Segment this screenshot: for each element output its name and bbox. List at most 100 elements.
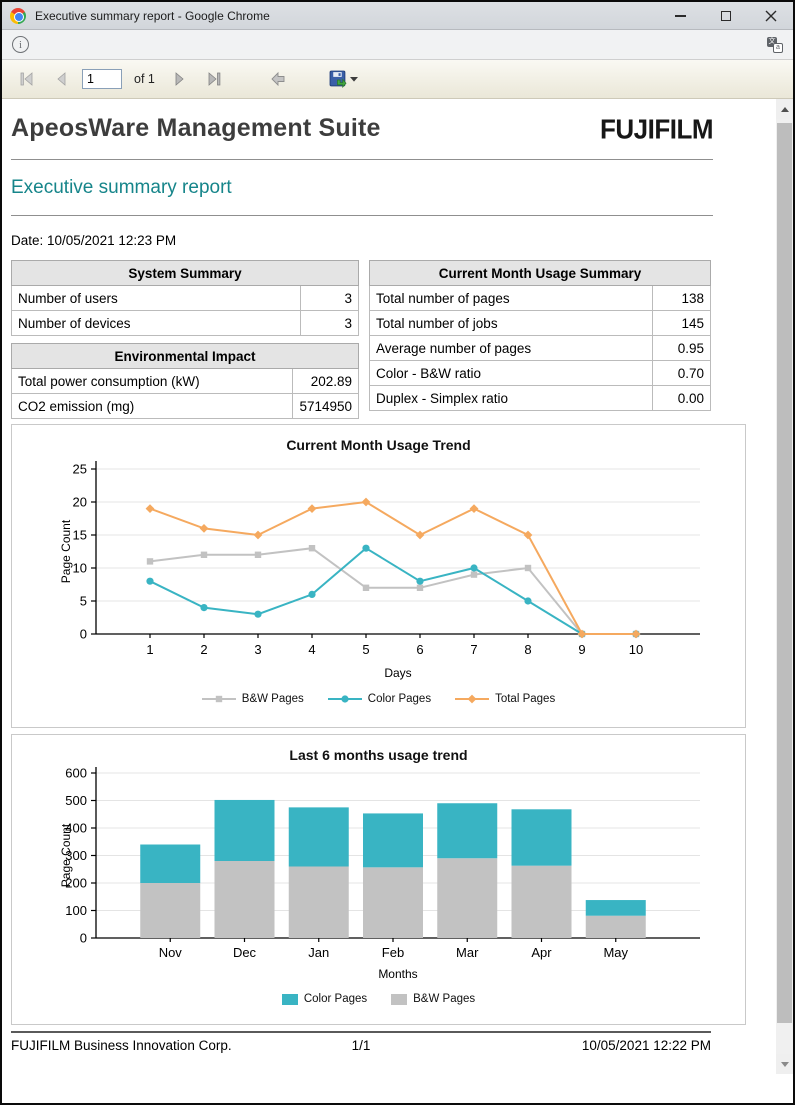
- scrollbar-thumb[interactable]: [777, 123, 792, 1023]
- svg-text:Days: Days: [384, 666, 411, 680]
- vertical-scrollbar[interactable]: [776, 99, 793, 1074]
- table-row: Total power consumption (kW)202.89: [12, 369, 359, 394]
- last-page-button[interactable]: [201, 67, 227, 91]
- row-value: 138: [653, 286, 711, 311]
- report-footer: FUJIFILM Business Innovation Corp. 1/1 1…: [11, 1038, 711, 1053]
- row-value: 3: [301, 286, 359, 311]
- legend-swatch: [282, 994, 298, 1005]
- svg-text:8: 8: [524, 642, 531, 657]
- svg-text:10: 10: [629, 642, 643, 657]
- table-row: Duplex - Simplex ratio0.00: [370, 386, 711, 411]
- previous-page-icon: [55, 72, 67, 86]
- info-bar: i 文a: [2, 30, 793, 60]
- first-page-icon: [19, 72, 35, 86]
- legend-swatch: [202, 694, 236, 704]
- environmental-impact-table: Environmental Impact Total power consump…: [11, 343, 359, 419]
- export-save-icon: [329, 70, 347, 88]
- table-row: Total number of pages138: [370, 286, 711, 311]
- svg-text:5: 5: [80, 594, 87, 609]
- last-page-icon: [206, 72, 222, 86]
- page-number-input[interactable]: [82, 69, 122, 89]
- legend-item: B&W Pages: [202, 693, 304, 705]
- svg-text:Feb: Feb: [382, 945, 404, 960]
- svg-text:10: 10: [73, 561, 87, 576]
- legend-label: Color Pages: [368, 693, 431, 705]
- minimize-button[interactable]: [658, 2, 703, 29]
- browser-window: Executive summary report - Google Chrome…: [0, 0, 795, 1105]
- table-row: Color - B&W ratio0.70: [370, 361, 711, 386]
- scroll-up-button[interactable]: [776, 99, 793, 119]
- close-button[interactable]: [748, 2, 793, 29]
- svg-text:Months: Months: [378, 967, 417, 981]
- back-icon: [270, 71, 286, 87]
- footer-timestamp: 10/05/2021 12:22 PM: [582, 1038, 711, 1053]
- bar-chart-canvas: 0100200300400500600Page CountMonthsNovDe…: [12, 767, 745, 985]
- svg-text:15: 15: [73, 528, 87, 543]
- row-value: 0.95: [653, 336, 711, 361]
- svg-text:3: 3: [254, 642, 261, 657]
- report-date: Date: 10/05/2021 12:23 PM: [11, 233, 793, 248]
- export-button[interactable]: [329, 70, 358, 88]
- row-value: 5714950: [293, 394, 359, 419]
- row-label: Total number of pages: [370, 286, 653, 311]
- chart-title: Last 6 months usage trend: [12, 735, 745, 763]
- first-page-button[interactable]: [14, 67, 40, 91]
- current-month-usage-trend-chart: Current Month Usage Trend 0510152025Page…: [11, 424, 746, 728]
- svg-text:6: 6: [416, 642, 423, 657]
- legend-item: Color Pages: [328, 693, 431, 705]
- fujifilm-logo: FUJIFILM: [600, 113, 713, 146]
- back-to-parent-button[interactable]: [265, 67, 291, 91]
- chart-title: Current Month Usage Trend: [12, 425, 745, 453]
- svg-text:Page Count: Page Count: [59, 823, 73, 887]
- previous-page-button[interactable]: [48, 67, 74, 91]
- current-month-usage-summary-table: Current Month Usage Summary Total number…: [369, 260, 711, 411]
- legend-label: B&W Pages: [413, 993, 475, 1005]
- row-label: Number of devices: [12, 311, 301, 336]
- info-icon[interactable]: i: [12, 36, 29, 53]
- legend-item: Color Pages: [282, 993, 367, 1005]
- row-value: 145: [653, 311, 711, 336]
- svg-text:0: 0: [80, 931, 87, 946]
- row-label: Average number of pages: [370, 336, 653, 361]
- bar-chart-legend: Color Pages B&W Pages: [12, 993, 745, 1005]
- maximize-button[interactable]: [703, 2, 748, 29]
- legend-label: Color Pages: [304, 993, 367, 1005]
- row-label: Color - B&W ratio: [370, 361, 653, 386]
- next-page-button[interactable]: [167, 67, 193, 91]
- svg-text:1: 1: [146, 642, 153, 657]
- table-title: Current Month Usage Summary: [370, 261, 711, 286]
- table-title: Environmental Impact: [12, 344, 359, 369]
- svg-text:9: 9: [578, 642, 585, 657]
- report-toolbar: of 1: [2, 60, 793, 99]
- table-row: CO2 emission (mg)5714950: [12, 394, 359, 419]
- legend-swatch: [328, 694, 362, 704]
- svg-text:7: 7: [470, 642, 477, 657]
- row-value: 202.89: [293, 369, 359, 394]
- svg-text:Page Count: Page Count: [59, 519, 73, 583]
- next-page-icon: [174, 72, 186, 86]
- chrome-icon: [10, 8, 26, 24]
- scroll-down-icon: [781, 1062, 789, 1067]
- title-bar: Executive summary report - Google Chrome: [2, 2, 793, 30]
- table-row: Number of users3: [12, 286, 359, 311]
- translate-icon[interactable]: 文a: [767, 37, 783, 53]
- svg-text:4: 4: [308, 642, 315, 657]
- report-page: ApeosWare Management Suite FUJIFILM Exec…: [2, 99, 793, 1053]
- scroll-up-icon: [781, 107, 789, 112]
- footer-divider: [11, 1031, 711, 1033]
- table-row: Average number of pages0.95: [370, 336, 711, 361]
- legend-label: B&W Pages: [242, 693, 304, 705]
- svg-text:Jan: Jan: [308, 945, 329, 960]
- svg-text:Nov: Nov: [159, 945, 183, 960]
- legend-swatch: [391, 994, 407, 1005]
- line-chart-canvas: 0510152025Page CountDays12345678910: [12, 457, 745, 685]
- report-heading: Executive summary report: [11, 177, 793, 199]
- svg-text:25: 25: [73, 462, 87, 477]
- svg-text:Dec: Dec: [233, 945, 257, 960]
- svg-text:Mar: Mar: [456, 945, 479, 960]
- minimize-icon: [675, 15, 686, 17]
- svg-text:100: 100: [65, 903, 87, 918]
- app-title: ApeosWare Management Suite: [11, 114, 381, 143]
- scroll-down-button[interactable]: [776, 1054, 793, 1074]
- divider: [11, 215, 713, 216]
